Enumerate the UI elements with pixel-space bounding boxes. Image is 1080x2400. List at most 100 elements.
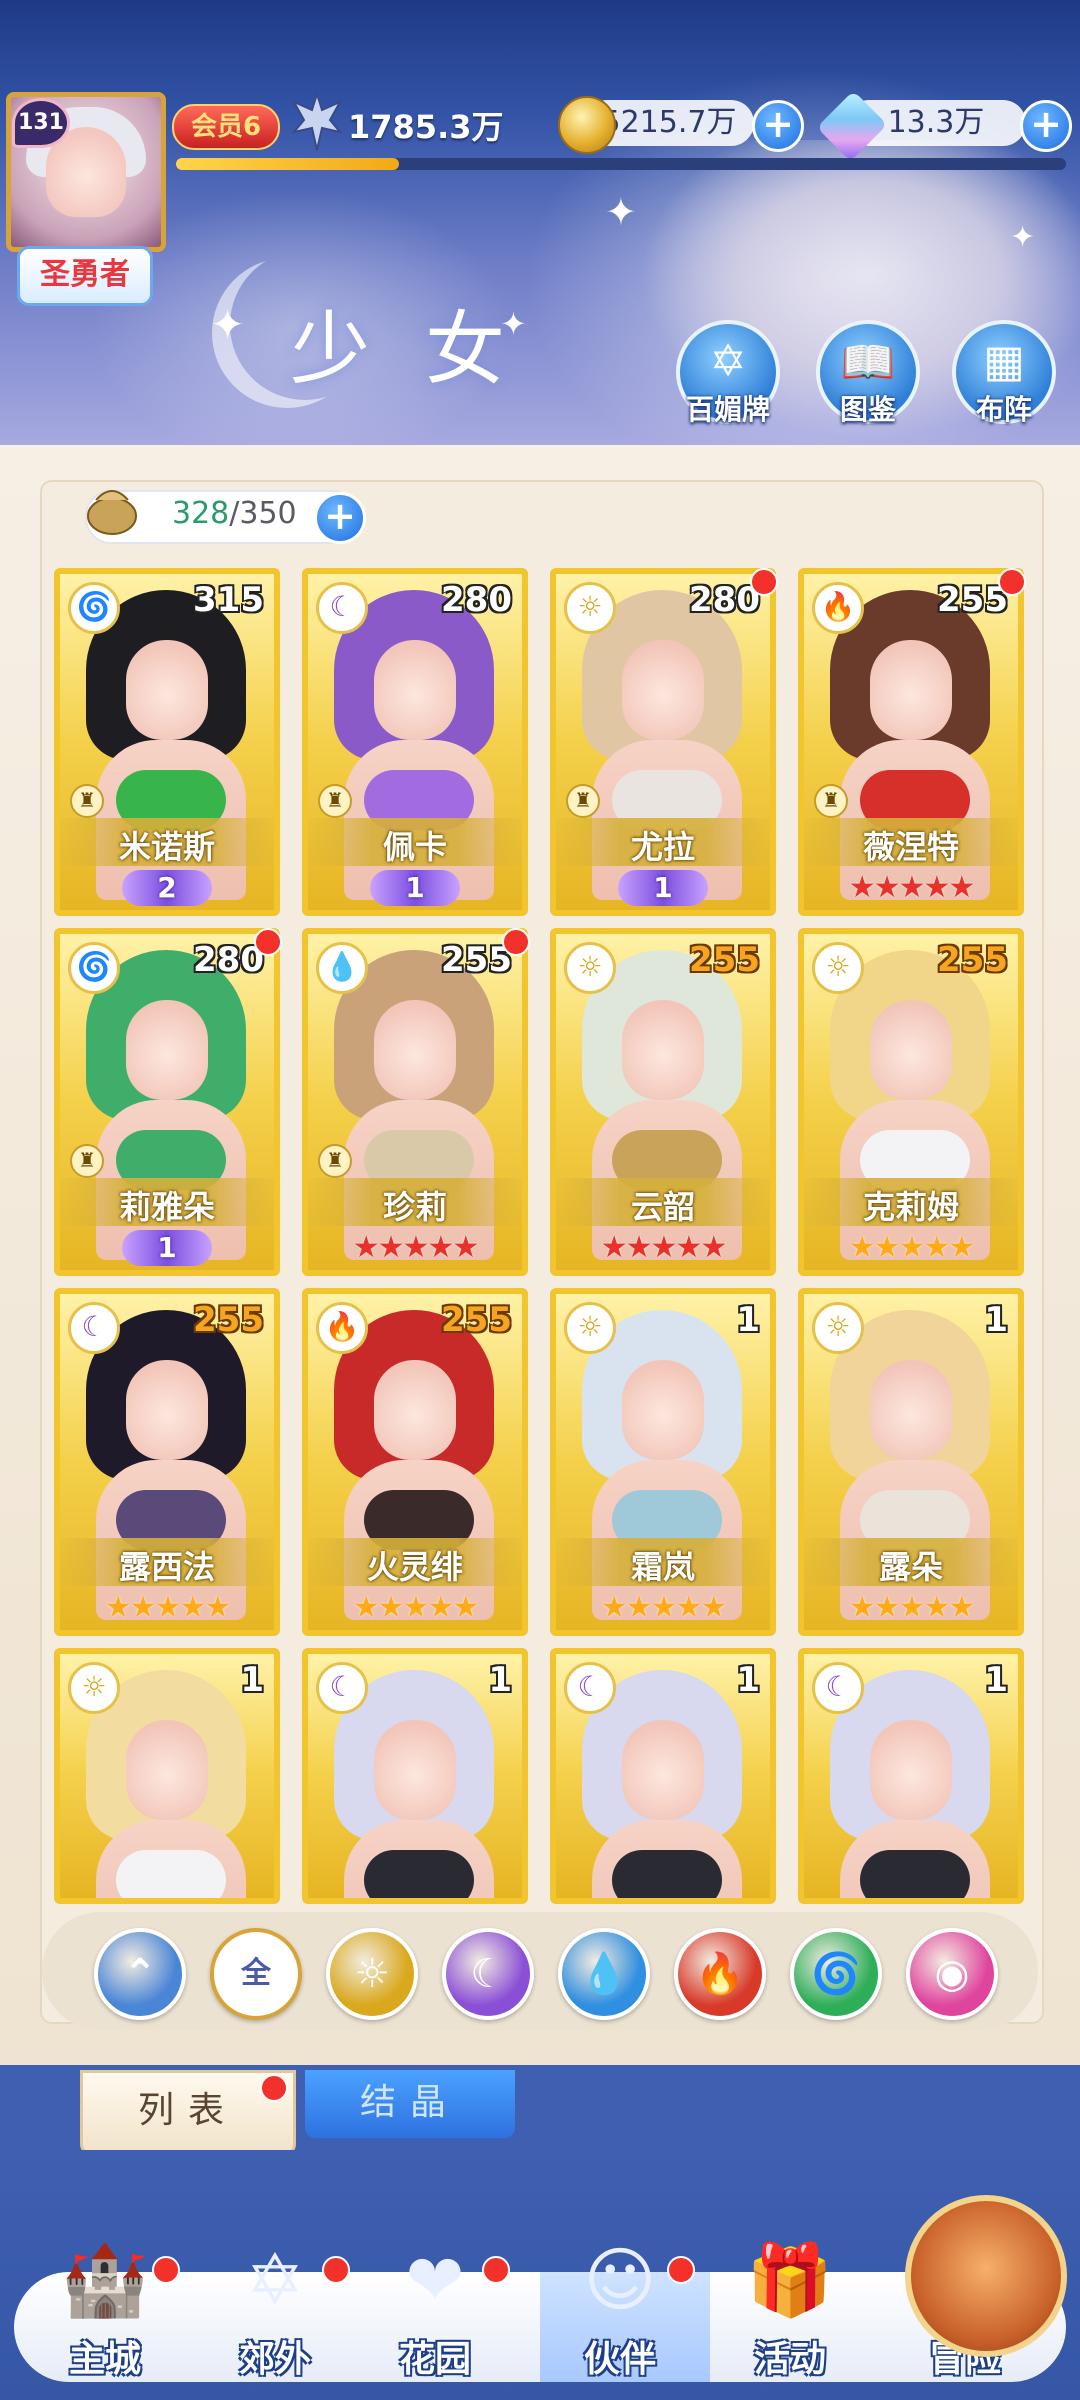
partner-card[interactable]: ☾ 255 露西法 ★★★★★ [54,1288,280,1636]
star-rating: ★★★★★ [352,1590,479,1625]
notification-dot [750,568,778,596]
partner-card[interactable]: ☼ 255 克莉姆 ★★★★★ [798,928,1024,1276]
awaken-wing-badge: 1 [370,870,460,906]
wind-filter-button[interactable]: 🌀 [790,1928,882,2020]
player-title-badge[interactable]: 圣勇者 [17,246,153,306]
partner-card[interactable]: ☾ 280 ♜ 佩卡 1 [302,568,528,916]
partner-level: 255 [441,1300,512,1340]
star-rating: ★★★★★ [848,1230,975,1265]
sort-filter-button[interactable]: ⌃ [94,1928,186,2020]
partner-card[interactable]: ☾ 1 [550,1648,776,1904]
adventure-compass-icon[interactable] [905,2195,1067,2357]
partner-level: 1 [984,1300,1008,1340]
partner-name: 云韶 [630,1188,695,1226]
partner-level: 255 [937,940,1008,980]
partner-icon: ☺ [583,2239,657,2321]
chess-rook-icon: ♜ [814,784,848,818]
partner-card[interactable]: ☾ 1 [302,1648,528,1904]
dark-element-icon: ☾ [68,1302,120,1354]
nav-partner[interactable]: ☺ 伙伴 [545,2230,695,2390]
partner-name: 佩卡 [382,828,447,866]
sparkle-icon: ✦ [1010,220,1036,255]
card-collection-button[interactable]: ✡ 百媚牌 [676,320,780,426]
chess-rook-icon: ♜ [318,784,352,818]
page-title: 少女 [290,303,560,396]
light-element-icon: ☼ [812,1302,864,1354]
portrait-face [622,640,704,740]
water-element-icon: 💧 [316,942,368,994]
nav-label: 花园 [398,2339,471,2380]
partner-card[interactable]: ☾ 1 [798,1648,1024,1904]
add-diamond-button[interactable]: + [1020,100,1072,152]
moon-filter-button[interactable]: ☾ [442,1928,534,2020]
light-element-icon: ☼ [564,582,616,634]
card-icon: ✡ [709,336,747,387]
expand-capacity-button[interactable]: + [314,492,366,544]
partner-name: 露西法 [118,1548,215,1586]
player-level-badge: 131 [12,98,70,148]
bag-icon [87,490,137,535]
portrait-face [126,1000,208,1100]
partner-card[interactable]: ☼ 280 ♜ 尤拉 1 [550,568,776,916]
nav-label: 郊外 [238,2339,311,2380]
star-rating: ★★★★★ [352,1230,479,1265]
card-collection-label: 百媚牌 [685,393,770,426]
nav-portal[interactable]: ✡ 郊外 [200,2230,350,2390]
element-filter-bar [42,1912,1038,2030]
nav-heart[interactable]: ❤ 花园 [360,2230,510,2390]
portrait-face [870,640,952,740]
partner-card[interactable]: 🔥 255 火灵绯 ★★★★★ [302,1288,528,1636]
tab-list-red-dot [260,2074,288,2102]
vip-badge[interactable]: 会员6 [172,104,280,150]
star-rating: ★★★★★ [600,1590,727,1625]
dark-element-icon: ☾ [316,1662,368,1714]
water-filter-button[interactable]: 💧 [558,1928,650,2020]
power-value: 1785.3万 [348,108,504,146]
notification-dot [254,928,282,956]
nav-notification-dot [152,2256,180,2284]
formation-label: 布阵 [975,393,1032,426]
partner-level: 280 [689,580,760,620]
portrait-face [374,1000,456,1100]
partner-card[interactable]: 🌀 315 ♜ 米诺斯 2 [54,568,280,916]
partner-level: 255 [689,940,760,980]
nav-castle[interactable]: 🏰 主城 [30,2230,180,2390]
nav-notification-dot [322,2256,350,2284]
partner-card[interactable]: 🌀 280 ♜ 莉雅朵 1 [54,928,280,1276]
partner-card[interactable]: ☼ 1 露朵 ★★★★★ [798,1288,1024,1636]
partner-card[interactable]: 🔥 255 ♜ 薇涅特 ★★★★★ [798,568,1024,916]
light-element-icon: ☼ [564,1302,616,1354]
partner-level: 1 [736,1660,760,1700]
formation-grid-icon: ▦ [983,336,1025,387]
fire-element-icon: 🔥 [316,1302,368,1354]
light-element-icon: ☼ [564,942,616,994]
codex-button[interactable]: 📖 图鉴 [816,320,920,426]
exp-bar-fill [176,158,399,170]
chess-rook-icon: ♜ [318,1144,352,1178]
capacity-current: 328 [172,496,230,531]
add-gold-button[interactable]: + [752,100,804,152]
partner-name: 珍莉 [382,1188,447,1226]
partner-card[interactable]: ☼ 255 云韶 ★★★★★ [550,928,776,1276]
nav-notification-dot [482,2256,510,2284]
codex-label: 图鉴 [839,393,896,426]
star-rating: ★★★★★ [848,1590,975,1625]
castle-icon: 🏰 [61,2239,149,2321]
portrait-face [374,640,456,740]
nav-label: 活动 [753,2339,826,2380]
partner-card[interactable]: 💧 255 ♜ 珍莉 ★★★★★ [302,928,528,1276]
tab-crystal[interactable]: 结晶 [305,2070,515,2138]
partner-name: 米诺斯 [118,828,215,866]
nav-gift[interactable]: 🎁 活动 [715,2230,865,2390]
fire-filter-button[interactable]: 🔥 [674,1928,766,2020]
partner-card[interactable]: ☼ 1 霜岚 ★★★★★ [550,1288,776,1636]
all-filter-button[interactable]: 全 [210,1928,302,2020]
partner-name: 莉雅朵 [118,1188,215,1226]
gold-coin-icon [558,96,616,154]
sun-filter-button[interactable]: ☼ [326,1928,418,2020]
partner-level: 255 [193,1300,264,1340]
orb-filter-button[interactable]: ◉ [906,1928,998,2020]
formation-button[interactable]: ▦ 布阵 [952,320,1056,426]
nav-notification-dot [667,2256,695,2284]
partner-card[interactable]: ☼ 1 [54,1648,280,1904]
